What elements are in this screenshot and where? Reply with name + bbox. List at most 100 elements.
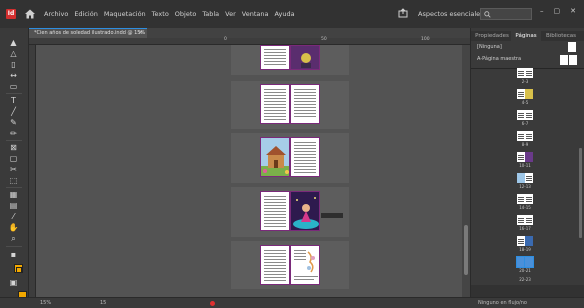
page-thumbnail[interactable] bbox=[525, 131, 533, 141]
hand-tool-icon[interactable]: ✋ bbox=[8, 223, 19, 232]
illustrated-page[interactable] bbox=[290, 45, 320, 70]
document-page[interactable] bbox=[290, 137, 320, 177]
preflight-error-icon[interactable] bbox=[210, 301, 215, 306]
document-page[interactable] bbox=[290, 245, 320, 285]
menu-bar: Id Archivo Edición Maquetación Texto Obj… bbox=[0, 0, 584, 28]
illustrated-page[interactable] bbox=[260, 137, 290, 177]
menu-maquetacion[interactable]: Maquetación bbox=[104, 9, 146, 19]
selection-tool-icon[interactable]: ▲ bbox=[8, 38, 19, 47]
page-thumbnail[interactable] bbox=[517, 194, 525, 204]
vertical-ruler bbox=[29, 45, 36, 297]
page-thumbnail[interactable] bbox=[525, 68, 533, 78]
minimize-button[interactable]: – bbox=[540, 6, 544, 16]
page-thumbnail[interactable] bbox=[525, 152, 533, 162]
document-tab-title: *Cien años de soledad ilustrado.indd @ 1… bbox=[34, 30, 146, 36]
pen-tool-icon[interactable]: ✎ bbox=[8, 118, 19, 127]
type-tool-icon[interactable]: T bbox=[8, 96, 19, 105]
master-none-label[interactable]: [Ninguna] bbox=[477, 44, 502, 50]
page-thumbnail-selected[interactable] bbox=[516, 256, 526, 268]
page-thumbnail[interactable] bbox=[517, 236, 525, 246]
search-input[interactable] bbox=[480, 8, 532, 20]
document-page[interactable] bbox=[290, 84, 320, 124]
page-thumbnail[interactable] bbox=[517, 110, 525, 120]
page-number-field[interactable]: 15 bbox=[100, 300, 106, 306]
menu-ver[interactable]: Ver bbox=[225, 9, 236, 19]
illustration-image bbox=[291, 246, 319, 284]
page-number-label: 22-23 bbox=[519, 277, 531, 282]
formatting-affects-icon[interactable]: ▣ bbox=[8, 278, 19, 287]
illustration-image bbox=[291, 46, 319, 69]
share-icon[interactable] bbox=[398, 8, 408, 18]
menu-objeto[interactable]: Objeto bbox=[175, 9, 197, 19]
default-colors-icon[interactable]: ▪ bbox=[8, 250, 19, 259]
panel-tab-bar: Propiedades Páginas Bibliotecas bbox=[471, 31, 584, 41]
document-tab[interactable]: *Cien años de soledad ilustrado.indd @ 1… bbox=[29, 28, 147, 38]
master-a-thumbnail-left[interactable] bbox=[560, 55, 568, 65]
page-thumbnail[interactable] bbox=[517, 152, 525, 162]
master-a-label[interactable]: A-Página maestra bbox=[477, 56, 521, 62]
content-collector-icon[interactable]: ▭ bbox=[8, 82, 19, 91]
gradient-tool-icon[interactable]: ▦ bbox=[8, 190, 19, 199]
close-tab-icon[interactable]: × bbox=[139, 29, 143, 38]
maximize-button[interactable]: ▢ bbox=[554, 6, 561, 16]
pages-panel-scrollbar[interactable] bbox=[579, 148, 582, 238]
menu-tabla[interactable]: Tabla bbox=[202, 9, 219, 19]
page-thumbnail[interactable] bbox=[517, 89, 525, 99]
page-thumbnail[interactable] bbox=[525, 236, 533, 246]
menu-archivo[interactable]: Archivo bbox=[44, 9, 68, 19]
zoom-level[interactable]: 15% bbox=[40, 300, 51, 306]
tab-properties[interactable]: Propiedades bbox=[473, 31, 511, 41]
illustrated-page[interactable] bbox=[290, 191, 320, 231]
scissors-tool-icon[interactable]: ✂ bbox=[8, 165, 19, 174]
close-button[interactable]: ✕ bbox=[570, 6, 576, 16]
page-thumbnail[interactable] bbox=[517, 173, 525, 183]
rectangle-frame-tool-icon[interactable]: ⊠ bbox=[8, 143, 19, 152]
stroke-color-swatch[interactable] bbox=[16, 267, 22, 273]
gap-tool-icon[interactable]: ↔ bbox=[8, 71, 19, 80]
direct-selection-tool-icon[interactable]: △ bbox=[8, 49, 19, 58]
line-tool-icon[interactable]: ╱ bbox=[8, 107, 19, 116]
ruler-tick: 100 bbox=[421, 37, 430, 42]
eyedropper-tool-icon[interactable]: ⁄ bbox=[8, 212, 19, 221]
menu-ayuda[interactable]: Ayuda bbox=[275, 9, 295, 19]
spread bbox=[231, 81, 349, 129]
pages-panel-footer bbox=[471, 285, 584, 297]
page-thumbnail[interactable] bbox=[517, 131, 525, 141]
document-page[interactable] bbox=[260, 245, 290, 285]
page-thumbnail[interactable] bbox=[525, 110, 533, 120]
tab-pages[interactable]: Páginas bbox=[511, 31, 541, 41]
rectangle-tool-icon[interactable]: ▢ bbox=[8, 154, 19, 163]
page-number-label: 18-19 bbox=[519, 247, 531, 252]
note-tool-icon[interactable]: ▤ bbox=[8, 201, 19, 210]
illustration-image bbox=[261, 138, 289, 176]
spread bbox=[231, 187, 349, 237]
search-icon bbox=[484, 11, 491, 18]
tab-libraries[interactable]: Bibliotecas bbox=[541, 31, 581, 41]
pasteboard-text-frame[interactable] bbox=[321, 213, 343, 218]
page-number-label: 20-21 bbox=[519, 268, 531, 273]
scrollbar-thumb[interactable] bbox=[464, 225, 468, 275]
menu-ventana[interactable]: Ventana bbox=[242, 9, 269, 19]
master-a-thumbnail-right[interactable] bbox=[569, 55, 577, 65]
page-thumbnail[interactable] bbox=[525, 89, 533, 99]
page-tool-icon[interactable]: ▯ bbox=[8, 60, 19, 69]
vertical-scrollbar[interactable] bbox=[462, 45, 470, 297]
pencil-tool-icon[interactable]: ✏ bbox=[8, 129, 19, 138]
page-thumbnail[interactable] bbox=[525, 194, 533, 204]
master-none-thumbnail[interactable] bbox=[568, 42, 576, 52]
document-page[interactable] bbox=[260, 84, 290, 124]
page-thumbnail[interactable] bbox=[525, 215, 533, 225]
home-icon[interactable] bbox=[24, 8, 36, 20]
menu-texto[interactable]: Texto bbox=[152, 9, 169, 19]
menu-edicion[interactable]: Edición bbox=[74, 9, 98, 19]
zoom-tool-icon[interactable]: ⌕ bbox=[8, 234, 19, 243]
free-transform-tool-icon[interactable]: ⬚ bbox=[8, 176, 19, 185]
page-thumbnail-selected[interactable] bbox=[524, 256, 534, 268]
document-page[interactable] bbox=[260, 191, 290, 231]
document-page[interactable] bbox=[260, 45, 290, 70]
pasteboard[interactable] bbox=[36, 45, 462, 297]
app-logo: Id bbox=[6, 9, 16, 19]
page-thumbnail[interactable] bbox=[525, 173, 533, 183]
page-thumbnail[interactable] bbox=[517, 68, 525, 78]
page-thumbnail[interactable] bbox=[517, 215, 525, 225]
